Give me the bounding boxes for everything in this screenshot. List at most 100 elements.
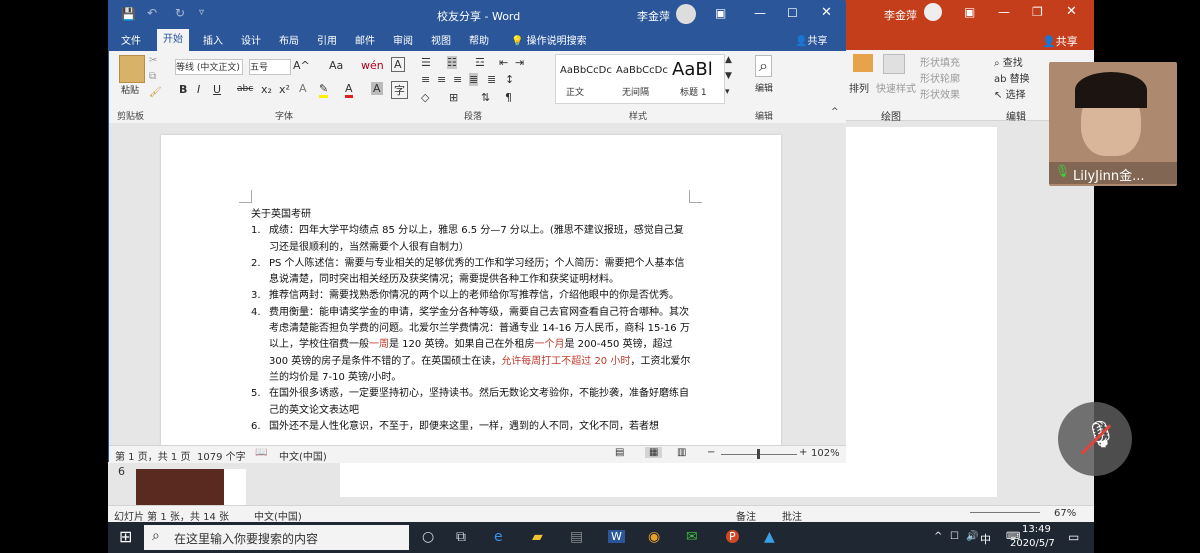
char-shading-icon[interactable]: A: [371, 82, 383, 95]
close-icon[interactable]: ✕: [821, 5, 832, 20]
taskbar-search[interactable]: ⌕ 在这里输入你要搜索的内容: [144, 525, 409, 550]
web-layout-icon[interactable]: ▥: [677, 447, 686, 458]
print-layout-icon[interactable]: ▦: [645, 447, 663, 458]
multilevel-list-icon[interactable]: ☲: [475, 56, 485, 69]
clock-time[interactable]: 13:49: [1022, 524, 1051, 535]
tab-layout[interactable]: 布局: [279, 32, 299, 47]
wechat-icon[interactable]: ✉: [686, 529, 698, 545]
font-name-select[interactable]: 等线 (中文正文): [175, 59, 243, 75]
tab-help[interactable]: 帮助: [469, 32, 489, 47]
undo-icon[interactable]: ↶: [147, 6, 157, 20]
word-share-button[interactable]: 👤共享: [795, 32, 827, 47]
editing-button[interactable]: 编辑: [755, 81, 773, 94]
store-icon[interactable]: ▤: [570, 529, 583, 545]
document-body[interactable]: 关于英国考研 1. 成绩：四年大学平均绩点 85 分以上，雅思 6.5 分—7 分…: [251, 207, 691, 435]
tab-design[interactable]: 设计: [241, 32, 261, 47]
ppt-zoom-slider[interactable]: [970, 512, 1040, 513]
shape-effect-button[interactable]: 形状效果: [920, 86, 960, 101]
ppt-language[interactable]: 中文(中国): [254, 508, 302, 523]
search-icon[interactable]: ⌕: [755, 55, 772, 77]
font-size-select[interactable]: 五号: [249, 59, 291, 75]
line-spacing-icon[interactable]: ↕: [505, 73, 514, 86]
word-taskbar-icon[interactable]: W: [608, 530, 625, 543]
replace-button[interactable]: ab 替换: [994, 70, 1030, 85]
show-marks-icon[interactable]: ¶: [505, 91, 512, 104]
shading-icon[interactable]: ◇: [421, 91, 429, 104]
copy-icon[interactable]: ⧉: [149, 71, 156, 82]
ppt-notes-button[interactable]: 备注: [736, 508, 756, 523]
tab-references[interactable]: 引用: [317, 32, 337, 47]
styles-scroll-down-icon[interactable]: ▼: [725, 71, 732, 81]
shape-fill-button[interactable]: 形状填充: [920, 54, 960, 69]
file-explorer-icon[interactable]: ▰: [532, 529, 543, 545]
format-painter-icon[interactable]: 🖌: [149, 87, 162, 98]
styles-scroll-up-icon[interactable]: ▲: [725, 55, 732, 65]
increase-indent-icon[interactable]: ⇥: [515, 56, 524, 69]
font-color-icon[interactable]: A: [345, 82, 353, 98]
ppt-share-button[interactable]: 👤共享: [1042, 33, 1078, 49]
minimize-icon[interactable]: —: [754, 6, 766, 20]
ppt-comments-button[interactable]: 批注: [782, 508, 802, 523]
zoom-out-icon[interactable]: −: [707, 447, 715, 458]
zoom-slider-thumb[interactable]: [757, 449, 760, 459]
style-normal-label[interactable]: 正文: [566, 85, 584, 98]
style-nospacing-label[interactable]: 无间隔: [622, 85, 649, 98]
cortana-icon[interactable]: ○: [422, 529, 434, 545]
windows-start-icon[interactable]: ⊞: [119, 527, 132, 546]
style-normal-preview[interactable]: AaBbCcDc: [560, 65, 612, 76]
align-right-icon[interactable]: ≡: [453, 73, 462, 86]
select-button[interactable]: ↖ 选择: [994, 86, 1026, 101]
network-icon[interactable]: ☐: [950, 531, 959, 542]
borders-icon[interactable]: ⊞: [449, 91, 458, 104]
styles-more-icon[interactable]: ▾: [725, 87, 730, 97]
word-count[interactable]: 1079 个字: [197, 448, 246, 463]
close-icon[interactable]: ✕: [1066, 4, 1077, 19]
strikethrough-icon[interactable]: abc: [237, 84, 253, 94]
word-zoom-level[interactable]: 102%: [811, 448, 840, 459]
meeting-app-icon[interactable]: ▲: [764, 529, 775, 545]
decrease-indent-icon[interactable]: ⇤: [499, 56, 508, 69]
save-icon[interactable]: 💾: [121, 7, 136, 21]
maximize-icon[interactable]: ☐: [787, 6, 798, 20]
read-mode-icon[interactable]: ▤: [615, 447, 624, 458]
tray-chevron-icon[interactable]: ^: [934, 531, 942, 542]
sort-icon[interactable]: ⇅: [481, 91, 490, 104]
tab-insert[interactable]: 插入: [203, 32, 223, 47]
shape-outline-button[interactable]: 形状轮廓: [920, 70, 960, 85]
ribbon-display-icon[interactable]: ▣: [715, 6, 726, 20]
cut-icon[interactable]: ✂: [149, 55, 157, 66]
distributed-icon[interactable]: ≣: [487, 73, 496, 86]
superscript-icon[interactable]: x²: [279, 83, 290, 96]
numbering-icon[interactable]: ☷: [447, 56, 457, 69]
style-nospacing-preview[interactable]: AaBbCcDc: [616, 65, 668, 76]
char-border-icon[interactable]: A: [391, 57, 405, 72]
justify-icon[interactable]: ≣: [469, 73, 479, 86]
ribbon-display-icon[interactable]: ▣: [964, 5, 975, 19]
collapse-ribbon-icon[interactable]: ^: [831, 107, 839, 117]
highlight-icon[interactable]: ✎: [319, 82, 329, 98]
tab-review[interactable]: 审阅: [393, 32, 413, 47]
ppt-avatar[interactable]: [924, 3, 942, 21]
tell-me-search[interactable]: 💡 操作说明搜索: [511, 32, 587, 47]
mute-button[interactable]: 🎙: [1058, 402, 1132, 476]
change-case-icon[interactable]: Aa: [329, 59, 343, 72]
style-heading1-label[interactable]: 标题 1: [680, 85, 707, 98]
proofing-icon[interactable]: 📖: [255, 447, 267, 458]
enclose-char-icon[interactable]: 字: [391, 81, 408, 99]
paste-icon[interactable]: [119, 55, 145, 83]
tab-file[interactable]: 文件: [121, 32, 141, 47]
phonetic-guide-icon[interactable]: wén: [361, 59, 384, 72]
style-heading1-preview[interactable]: AaBl: [672, 59, 713, 80]
arrange-icon[interactable]: [853, 54, 873, 72]
zoom-in-icon[interactable]: +: [799, 447, 807, 458]
ppt-zoom-level[interactable]: 67%: [1054, 508, 1076, 519]
align-left-icon[interactable]: ≡: [421, 73, 430, 86]
edge-icon[interactable]: e: [494, 529, 503, 545]
task-view-icon[interactable]: ⧉: [456, 529, 466, 545]
arrange-button[interactable]: 排列: [849, 80, 869, 95]
clock-date[interactable]: 2020/5/7: [1010, 538, 1055, 549]
word-language[interactable]: 中文(中国): [279, 448, 327, 463]
tab-mailings[interactable]: 邮件: [355, 32, 375, 47]
volume-icon[interactable]: 🔊: [966, 531, 978, 542]
minimize-icon[interactable]: —: [998, 5, 1010, 19]
